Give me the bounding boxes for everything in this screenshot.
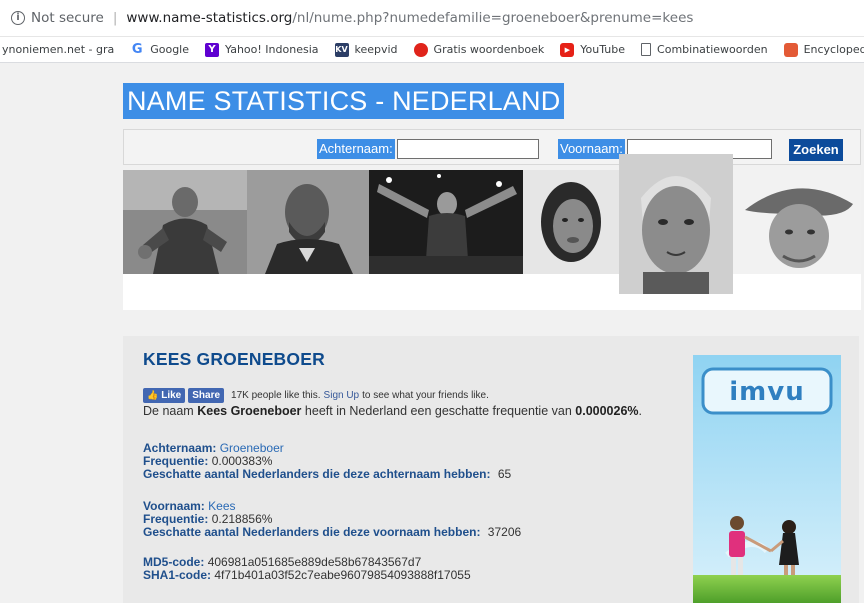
encyclopedie-icon — [783, 42, 798, 57]
thumbs-up-icon: 👍 — [147, 390, 159, 400]
sentence-prefix: De naam — [143, 404, 194, 418]
surname-label: Achternaam: — [143, 441, 217, 455]
bookmark-label: ynoniemen.net - gra — [2, 43, 115, 56]
bookmark-youtube[interactable]: ▶ YouTube — [560, 42, 626, 57]
surname-label: Achternaam: — [317, 139, 395, 159]
bookmark-label: Yahoo! Indonesia — [225, 43, 319, 56]
surname-block: Achternaam: Groeneboer Frequentie: 0.000… — [143, 442, 511, 481]
facebook-signup-suffix: to see what your friends like. — [362, 390, 489, 401]
bookmark-synoniemen[interactable]: ynoniemen.net - gra — [2, 43, 114, 56]
photo-woman — [523, 170, 619, 274]
bookmark-combinatiewoorden[interactable]: Combinatiewoorden — [641, 43, 768, 56]
bookmark-label: YouTube — [580, 43, 626, 56]
google-icon: G — [131, 42, 143, 57]
imvu-logo: imvu — [729, 377, 805, 407]
bookmark-label: keepvid — [354, 43, 398, 56]
imvu-advertisement[interactable]: imvu — [693, 355, 841, 603]
bookmark-woordenboek[interactable]: Gratis woordenboek — [413, 42, 545, 57]
keepvid-icon: KV — [334, 42, 349, 57]
surname-value[interactable]: Groeneboer — [220, 441, 284, 455]
sentence-value: 0.000026% — [575, 404, 639, 418]
page-icon — [641, 43, 652, 56]
firstname-frequency-label: Frequentie: — [143, 512, 209, 526]
hash-block: MD5-code: 406981a051685e889de58b67843567… — [143, 556, 471, 582]
page-body: NAME STATISTICS - NEDERLAND Achternaam: … — [0, 64, 864, 603]
sentence-end: . — [638, 404, 643, 418]
security-label: Not secure — [31, 10, 104, 26]
md5-value: 406981a051685e889de58b67843567d7 — [207, 555, 422, 569]
md5-label: MD5-code: — [143, 555, 205, 569]
firstname-label: Voornaam: — [143, 499, 205, 513]
url-path[interactable]: /nl/nume.php?numedefamilie=groeneboer&pr… — [292, 10, 693, 26]
surname-input[interactable] — [397, 139, 539, 159]
bookmark-yahoo[interactable]: Y Yahoo! Indonesia — [205, 42, 319, 57]
bookmark-google[interactable]: G Google — [130, 42, 190, 57]
surname-count-label: Geschatte aantal Nederlanders die deze a… — [143, 467, 491, 481]
facebook-signup-link[interactable]: Sign Up — [324, 390, 360, 401]
surname-frequency-value: 0.000383% — [211, 454, 273, 468]
bookmark-label: Google — [150, 43, 190, 56]
info-icon[interactable]: i — [11, 11, 25, 25]
bookmark-keepvid[interactable]: KV keepvid — [334, 42, 398, 57]
photo-rembrandt — [733, 170, 861, 274]
photo-dj — [369, 170, 523, 274]
firstname-block: Voornaam: Kees Frequentie: 0.218856% Ges… — [143, 500, 521, 539]
firstname-frequency-value: 0.218856% — [211, 512, 273, 526]
address-bar[interactable]: i Not secure | www.name-statistics.org/n… — [0, 0, 864, 37]
surname-count-value: 65 — [497, 467, 512, 481]
url-separator: | — [112, 10, 118, 26]
youtube-icon: ▶ — [560, 42, 575, 57]
sha1-value: 4f71b401a03f52c7eabe96079854093888f17055 — [214, 568, 471, 582]
bookmark-encyclopedie[interactable]: Encyclopedie - Ne — [783, 42, 864, 57]
sha1-label: SHA1-code: — [143, 568, 212, 582]
yahoo-icon: Y — [205, 42, 220, 57]
photo-actor — [619, 154, 733, 294]
facebook-like-row: 👍 Like Share 17K people like this. Sign … — [143, 388, 489, 403]
search-button[interactable]: Zoeken — [789, 139, 843, 161]
bookmark-label: Gratis woordenboek — [433, 43, 545, 56]
facebook-count: 17K people like this. — [231, 390, 321, 401]
bookmark-label: Combinatiewoorden — [657, 43, 768, 56]
firstname-count-label: Geschatte aantal Nederlanders die deze v… — [143, 525, 481, 539]
result-heading: KEES GROENEBOER — [143, 349, 325, 369]
bookmark-label: Encyclopedie - Ne — [803, 43, 864, 56]
woordenboek-icon — [413, 42, 428, 57]
sentence-name: Kees Groeneboer — [197, 404, 302, 418]
photo-strip — [123, 154, 861, 310]
bookmarks-bar: ynoniemen.net - gra G Google Y Yahoo! In… — [0, 37, 864, 63]
firstname-value[interactable]: Kees — [208, 499, 235, 513]
surname-frequency-label: Frequentie: — [143, 454, 209, 468]
sentence-middle: heeft in Nederland een geschatte frequen… — [304, 404, 572, 418]
facebook-share-button[interactable]: Share — [188, 388, 225, 403]
photo-footballer — [123, 170, 247, 274]
firstname-count-value: 37206 — [487, 525, 522, 539]
site-title[interactable]: NAME STATISTICS - NEDERLAND — [123, 83, 565, 119]
search-bar: Achternaam: Voornaam: Zoeken — [123, 129, 861, 165]
facebook-like-button[interactable]: 👍 Like — [143, 388, 186, 403]
facebook-like-label: Like — [161, 390, 182, 401]
url-host[interactable]: www.name-statistics.org — [126, 10, 292, 26]
frequency-sentence: De naam Kees Groeneboer heeft in Nederla… — [143, 404, 642, 418]
firstname-label: Voornaam: — [558, 139, 625, 159]
photo-van-gogh — [247, 170, 369, 274]
